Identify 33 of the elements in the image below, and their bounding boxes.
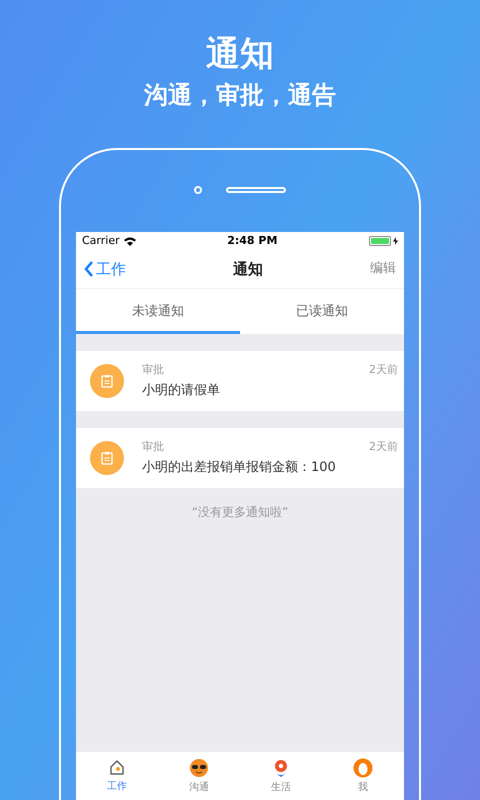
nav-title: 通知 (233, 258, 263, 280)
user-avatar-icon (353, 758, 373, 778)
tab[interactable]: 已读通知 (240, 289, 404, 334)
chevron-left-icon (84, 261, 94, 277)
carrier-label: Carrier (82, 232, 120, 249)
notification-time: 2天前 (369, 362, 398, 378)
notification-text: 小明的请假单 (142, 382, 221, 400)
notification-card[interactable]: 审批 2天前 小明的出差报销单报销金额：100 (76, 428, 404, 488)
wifi-icon (124, 236, 136, 246)
edit-button[interactable]: 编辑 (370, 259, 396, 279)
house-icon (108, 758, 126, 776)
end-of-list-note: “没有更多通知啦” (190, 504, 290, 521)
notification-category: 审批 (142, 362, 164, 378)
sunglasses-face-icon (189, 758, 209, 778)
speaker-slot (226, 187, 286, 193)
tab[interactable]: 未读通知 (76, 289, 240, 334)
clipboard-icon (90, 364, 124, 398)
notification-text: 小明的出差报销单报销金额：100 (142, 458, 337, 476)
charging-bolt-icon (392, 237, 398, 245)
bottom-tab[interactable]: 沟通 (158, 752, 240, 800)
camera-icon (194, 186, 202, 194)
notification-time: 2天前 (369, 439, 398, 455)
notification-category: 审批 (142, 439, 164, 455)
bottom-tab[interactable]: 工作 (76, 752, 158, 800)
back-button[interactable]: 工作 (84, 258, 126, 280)
battery-icon (368, 236, 391, 246)
notification-card[interactable]: 审批 2天前 小明的请假单 (76, 351, 404, 411)
clipboard-icon (90, 441, 124, 475)
clock-time: 2:48 PM (227, 232, 278, 249)
subheadline: 沟通，审批，通告 (144, 80, 336, 111)
bottom-tab[interactable]: 我 (322, 752, 404, 800)
bottom-tab[interactable]: 生活 (240, 752, 322, 800)
headline: 通知 (206, 33, 274, 76)
